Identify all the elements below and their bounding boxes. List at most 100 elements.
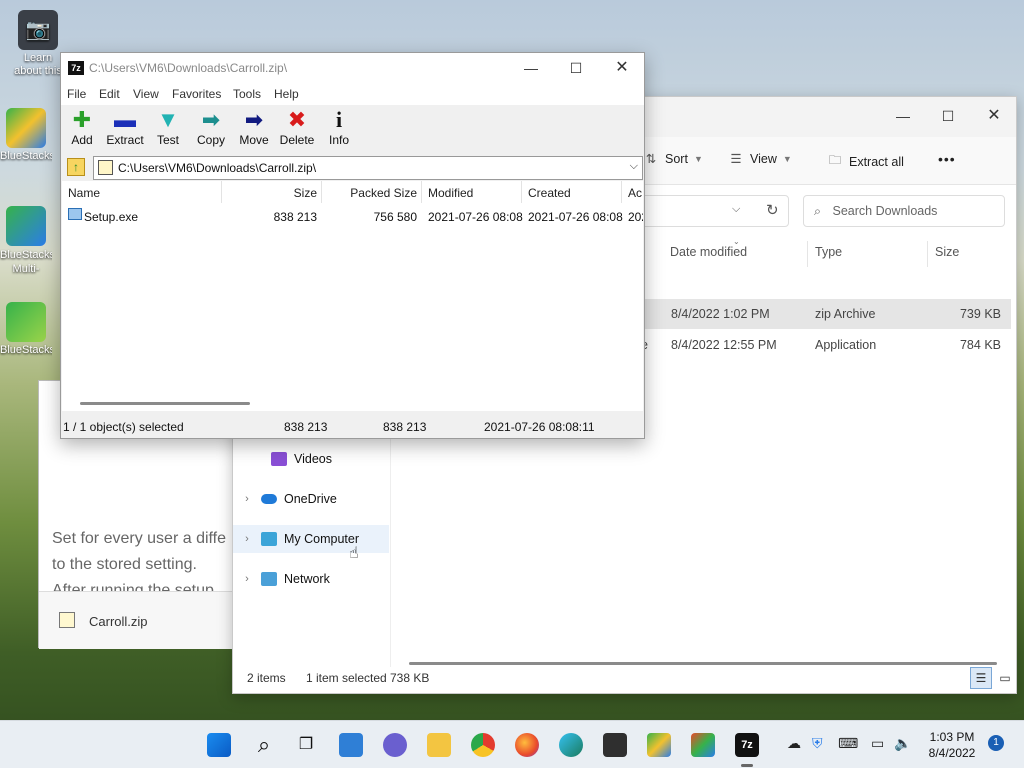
file-explorer-icon[interactable]	[427, 733, 451, 757]
details-view-icon[interactable]: ☰	[970, 667, 992, 689]
desktop-icon-bluestacks-multi[interactable]: BlueStacks Multi-Instance	[0, 206, 52, 276]
task-view-icon[interactable]: ❐	[294, 733, 318, 757]
cell-name: Setup.exe	[84, 210, 139, 224]
add-button[interactable]: ✚ Add	[59, 107, 105, 147]
column-divider	[807, 241, 808, 267]
status-selected: 1 / 1 object(s) selected	[63, 420, 184, 434]
column-header-size[interactable]: Size	[935, 245, 959, 259]
extract-all-button[interactable]: 🗀 Extract all	[827, 151, 904, 172]
nav-item-onedrive[interactable]: › OneDrive	[233, 485, 389, 513]
menu-favorites[interactable]: Favorites	[172, 87, 221, 101]
sevenzip-taskbar-icon[interactable]: 7z	[735, 733, 759, 757]
plus-icon: ✚	[72, 107, 92, 132]
address-bar[interactable]: ⌵ ↻	[633, 195, 789, 227]
delete-button[interactable]: ✖ Delete	[274, 107, 320, 147]
nav-item-videos[interactable]: Videos	[233, 445, 389, 473]
view-button[interactable]: ☰ View ▼	[728, 151, 791, 167]
column-header-name[interactable]: Name	[68, 181, 222, 203]
column-header-accessed[interactable]: Ac	[628, 181, 643, 203]
clock-date: 8/4/2022	[928, 746, 976, 760]
download-file-name: Carroll.zip	[89, 614, 148, 629]
sevenzip-status-bar: 1 / 1 object(s) selected 838 213 838 213…	[61, 415, 644, 439]
close-button[interactable]: ✕	[599, 53, 645, 85]
table-row[interactable]: Setup.exe 838 213 756 580 2021-07-26 08:…	[62, 203, 643, 227]
column-header-size[interactable]: Size	[222, 181, 322, 203]
menu-tools[interactable]: Tools	[233, 87, 261, 101]
sevenzip-titlebar: 7z C:\Users\VM6\Downloads\Carroll.zip\ —…	[61, 53, 644, 83]
path-combobox[interactable]: C:\Users\VM6\Downloads\Carroll.zip\ ⌵	[93, 156, 643, 180]
more-options-button[interactable]: •••	[938, 151, 956, 167]
menu-edit[interactable]: Edit	[99, 87, 120, 101]
camera-icon: 📷	[18, 10, 58, 50]
sort-indicator-icon: ⌄	[733, 237, 740, 246]
widgets-icon[interactable]	[339, 733, 363, 757]
volume-icon[interactable]: 🔈	[894, 735, 911, 752]
toolbar-label: Extract	[106, 133, 144, 147]
keyboard-icon[interactable]: ⌨	[838, 735, 858, 752]
column-header-type[interactable]: Type	[815, 245, 842, 259]
tiles-view-icon[interactable]: ▭	[995, 668, 1015, 688]
cloud-offline-icon[interactable]: ☁	[787, 735, 801, 752]
bluestacks-multi-icon[interactable]	[691, 733, 715, 757]
info-icon: i	[335, 107, 343, 132]
nav-item-network[interactable]: › Network	[233, 565, 389, 593]
refresh-icon[interactable]: ↻	[766, 201, 779, 219]
move-button[interactable]: ➡ Move	[231, 107, 277, 147]
folder-up-icon[interactable]: ↑	[67, 158, 85, 176]
menu-file[interactable]: File	[67, 87, 86, 101]
bluestacks-multi-icon	[6, 206, 46, 246]
edge-icon[interactable]	[559, 733, 583, 757]
minus-icon: ▬	[114, 107, 136, 132]
teams-chat-icon[interactable]	[383, 733, 407, 757]
store-icon[interactable]	[603, 733, 627, 757]
file-date: 8/4/2022 12:55 PM	[671, 338, 777, 352]
minimize-button[interactable]: —	[880, 101, 926, 133]
zip-file-icon	[59, 612, 75, 628]
chevron-down-icon[interactable]: ⌵	[732, 203, 740, 216]
sort-button[interactable]: ⇅ Sort ▼	[643, 151, 703, 167]
download-file-item[interactable]: Carroll.zip	[39, 591, 239, 649]
file-row[interactable]: 8/4/2022 1:02 PM zip Archive 739 KB	[641, 299, 1011, 329]
desktop-icon-label: BlueStacks	[0, 344, 52, 356]
column-header-date[interactable]: Date modified	[670, 245, 747, 259]
chevron-right-icon[interactable]: ›	[233, 533, 261, 545]
search-placeholder: Search Downloads	[832, 204, 938, 218]
extract-button[interactable]: ▬ Extract	[102, 107, 148, 147]
status-size: 738 KB	[390, 671, 430, 685]
network-icon[interactable]: ▭	[871, 735, 884, 752]
desktop-icon-bluestacks-2[interactable]: BlueStacks	[0, 302, 52, 358]
notification-badge[interactable]: 1	[988, 735, 1004, 751]
close-button[interactable]: ✕	[971, 101, 1017, 133]
search-icon[interactable]: ⌕	[252, 733, 276, 757]
bluestacks-icon	[6, 108, 46, 148]
bluestacks-icon[interactable]	[647, 733, 671, 757]
start-windows-icon[interactable]	[207, 733, 231, 757]
column-header-packed-size[interactable]: Packed Size	[322, 181, 422, 203]
clock[interactable]: 1:03 PM 8/4/2022	[920, 729, 984, 761]
computer-icon	[261, 532, 277, 546]
info-button[interactable]: i Info	[316, 107, 362, 147]
maximize-button[interactable]: ☐	[553, 53, 599, 85]
chevron-down-icon[interactable]: ⌵	[630, 160, 638, 173]
menu-view[interactable]: View	[133, 87, 159, 101]
firefox-icon[interactable]	[515, 733, 539, 757]
file-type: Application	[815, 338, 877, 352]
menu-help[interactable]: Help	[274, 87, 299, 101]
column-header-created[interactable]: Created	[528, 181, 622, 203]
search-input[interactable]: ⌕ Search Downloads	[803, 195, 1005, 227]
more-options-label: •••	[938, 151, 956, 167]
desktop-icon-bluestacks[interactable]: BlueStacks	[0, 108, 52, 164]
column-header-modified[interactable]: Modified	[428, 181, 522, 203]
minimize-button[interactable]: —	[508, 53, 554, 85]
horizontal-scrollbar[interactable]	[80, 402, 250, 405]
security-shield-icon[interactable]: ⛨	[812, 735, 823, 752]
chevron-right-icon[interactable]: ›	[233, 493, 261, 505]
maximize-button[interactable]: ☐	[925, 101, 971, 133]
chevron-right-icon[interactable]: ›	[233, 573, 261, 585]
copy-button[interactable]: ➡ Copy	[188, 107, 234, 147]
test-button[interactable]: ▼ Test	[145, 107, 191, 147]
chrome-icon[interactable]	[471, 733, 495, 757]
file-row[interactable]: e 8/4/2022 12:55 PM Application 784 KB	[641, 330, 1011, 360]
desktop-icon-learn-picture[interactable]: 📷 Learn about this picture	[12, 10, 64, 78]
nav-item-my-computer[interactable]: › My Computer	[233, 525, 389, 553]
